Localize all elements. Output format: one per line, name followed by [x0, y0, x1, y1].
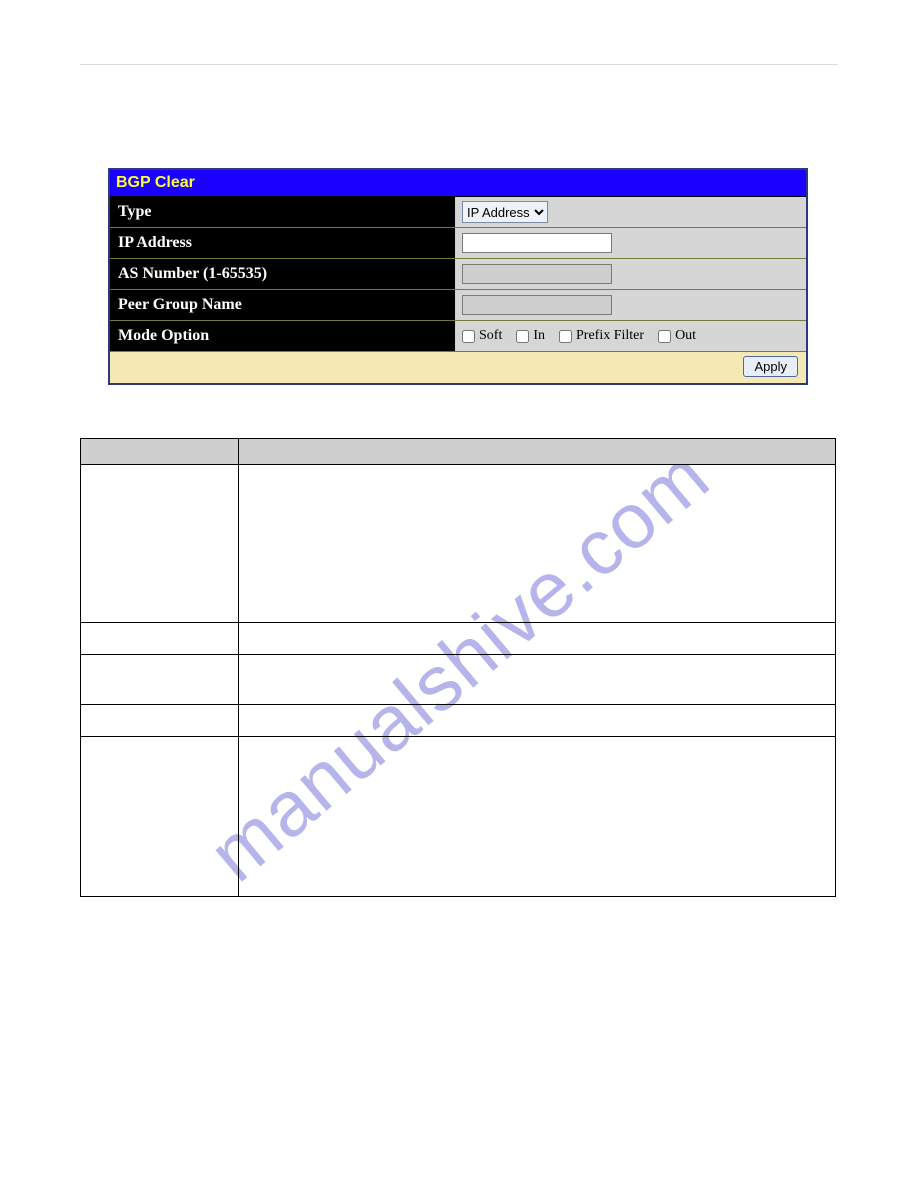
- checkbox-in-label: In: [533, 328, 545, 344]
- as-input[interactable]: [462, 264, 612, 284]
- field-peer: [455, 290, 806, 320]
- checkbox-in-wrap[interactable]: In: [516, 328, 545, 344]
- checkbox-soft-wrap[interactable]: Soft: [462, 328, 502, 344]
- label-type: Type: [110, 197, 455, 227]
- cell-desc: [239, 623, 836, 655]
- table-row: [81, 465, 836, 623]
- type-select[interactable]: IP Address: [462, 201, 548, 223]
- cell-param: [81, 737, 239, 897]
- label-peer: Peer Group Name: [110, 290, 455, 320]
- checkbox-out-label: Out: [675, 328, 696, 344]
- checkbox-prefix-wrap[interactable]: Prefix Filter: [559, 328, 644, 344]
- table-row: [81, 623, 836, 655]
- label-ip: IP Address: [110, 228, 455, 258]
- cell-desc: [239, 705, 836, 737]
- row-ip: IP Address: [110, 228, 806, 259]
- label-as: AS Number (1-65535): [110, 259, 455, 289]
- checkbox-out[interactable]: [658, 330, 671, 343]
- table-row: [81, 737, 836, 897]
- cell-desc: [239, 655, 836, 705]
- panel-footer: Apply: [110, 352, 806, 383]
- checkbox-soft[interactable]: [462, 330, 475, 343]
- table-row: [81, 705, 836, 737]
- bgp-clear-panel: BGP Clear Type IP Address IP Address AS …: [108, 168, 808, 385]
- cell-desc: [239, 465, 836, 623]
- checkbox-out-wrap[interactable]: Out: [658, 328, 696, 344]
- ip-input[interactable]: [462, 233, 612, 253]
- field-type: IP Address: [455, 197, 806, 227]
- description-table: [80, 438, 836, 897]
- row-peer: Peer Group Name: [110, 290, 806, 321]
- checkbox-prefix[interactable]: [559, 330, 572, 343]
- row-mode: Mode Option Soft In Prefix Filter Out: [110, 321, 806, 352]
- label-mode: Mode Option: [110, 321, 455, 351]
- field-ip: [455, 228, 806, 258]
- field-as: [455, 259, 806, 289]
- row-type: Type IP Address: [110, 197, 806, 228]
- peer-input[interactable]: [462, 295, 612, 315]
- apply-button[interactable]: Apply: [743, 356, 798, 377]
- page-header-rule: [80, 64, 838, 65]
- cell-param: [81, 465, 239, 623]
- cell-param: [81, 655, 239, 705]
- panel-title: BGP Clear: [110, 170, 806, 197]
- checkbox-prefix-label: Prefix Filter: [576, 328, 644, 344]
- field-mode: Soft In Prefix Filter Out: [455, 321, 806, 351]
- checkbox-in[interactable]: [516, 330, 529, 343]
- checkbox-soft-label: Soft: [479, 328, 502, 344]
- row-as: AS Number (1-65535): [110, 259, 806, 290]
- table-row: [81, 655, 836, 705]
- cell-param: [81, 705, 239, 737]
- header-desc: [239, 439, 836, 465]
- cell-desc: [239, 737, 836, 897]
- cell-param: [81, 623, 239, 655]
- header-param: [81, 439, 239, 465]
- table-header-row: [81, 439, 836, 465]
